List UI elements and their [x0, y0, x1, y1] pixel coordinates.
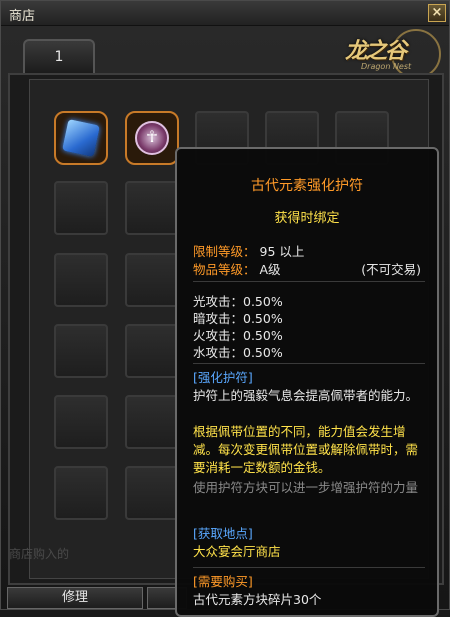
- logo-text: 龙之谷: [345, 38, 407, 64]
- amulet-item[interactable]: ☥: [125, 111, 179, 165]
- item-tooltip: 古代元素强化护符 获得时绑定 限制等级： 95 以上 物品等级： A级 (不可交…: [175, 147, 439, 617]
- shop-window: 商店 × 1 龙之谷 Dragon Nest ☥ 商店购入的 修理 古代元素强化…: [0, 0, 450, 617]
- section-enhance-warning: 根据佩带位置的不同，能力值会发生增减。每次变更佩带位置或解除佩带时，需要消耗一定…: [193, 424, 419, 475]
- amulet-icon: ☥: [135, 121, 169, 155]
- bind-status: 获得时绑定: [274, 211, 340, 226]
- game-logo: 龙之谷 Dragon Nest: [331, 29, 443, 79]
- empty-slot[interactable]: [125, 181, 179, 235]
- empty-slot[interactable]: [54, 253, 108, 307]
- stat-water: 水攻击：0.50%: [193, 345, 283, 360]
- title-bar[interactable]: 商店 ×: [1, 1, 449, 26]
- empty-slot[interactable]: [54, 466, 108, 520]
- level-row: 限制等级： 95 以上: [193, 241, 304, 260]
- empty-slot[interactable]: [125, 253, 179, 307]
- blue-cube-item[interactable]: [54, 111, 108, 165]
- empty-slot[interactable]: [125, 466, 179, 520]
- section-purchase-head: [需要购买]: [193, 574, 253, 589]
- section-source-head: [获取地点]: [193, 526, 253, 541]
- divider: [193, 567, 425, 568]
- repair-button[interactable]: 修理: [7, 587, 143, 609]
- item-name: 古代元素强化护符: [251, 178, 363, 194]
- empty-slot[interactable]: [125, 324, 179, 378]
- trade-note: (不可交易): [361, 262, 421, 277]
- empty-slot[interactable]: [54, 324, 108, 378]
- empty-slot[interactable]: [54, 181, 108, 235]
- section-enhance-body: 护符上的强毅气息会提高佩带者的能力。: [193, 388, 419, 403]
- section-source-body: 大众宴会厅商店: [193, 544, 281, 559]
- divider: [193, 281, 425, 282]
- grade-value: A级: [259, 262, 281, 277]
- logo-subtext: Dragon Nest: [361, 62, 412, 71]
- tab-page-1[interactable]: 1: [23, 39, 95, 73]
- section-enhance-hint: 使用护符方块可以进一步增强护符的力量: [193, 480, 419, 495]
- divider: [193, 363, 425, 364]
- window-title: 商店: [9, 9, 36, 24]
- empty-slot[interactable]: [54, 395, 108, 449]
- faded-footer-text: 商店购入的: [9, 547, 70, 561]
- level-value: 95 以上: [259, 244, 305, 259]
- close-icon[interactable]: ×: [428, 4, 446, 22]
- section-purchase-body: 古代元素方块碎片30个: [193, 592, 322, 607]
- grade-label: 物品等级：: [193, 262, 256, 277]
- level-label: 限制等级：: [193, 244, 256, 259]
- cube-icon: [62, 119, 100, 157]
- section-enhance-head: [强化护符]: [193, 370, 253, 385]
- empty-slot[interactable]: [125, 395, 179, 449]
- grade-row: 物品等级： A级: [193, 259, 281, 278]
